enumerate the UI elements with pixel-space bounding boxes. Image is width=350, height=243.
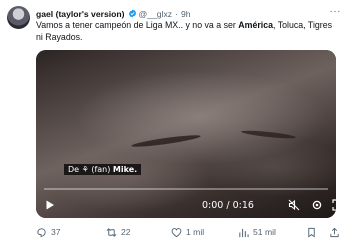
caption-middle: (fan): [91, 165, 113, 174]
like-button[interactable]: 1 mil: [171, 224, 204, 240]
video-controls: 0:00 / 0:16: [36, 195, 336, 215]
repost-button[interactable]: 22: [106, 224, 131, 240]
play-icon[interactable]: [44, 199, 56, 211]
video-player[interactable]: De ⚘ (fan) Mike. 0:00 / 0:16: [36, 50, 336, 218]
repost-icon: [106, 227, 117, 237]
post-time[interactable]: 9h: [181, 9, 191, 19]
reply-count: 37: [51, 227, 61, 237]
sparkle-icon: ⚘: [81, 165, 92, 174]
author-display-name[interactable]: gael (taylor's version): [36, 9, 125, 19]
video-progress-bar[interactable]: [44, 188, 328, 190]
reply-icon: [37, 227, 46, 237]
tweet-text: Vamos a tener campeón de Liga MX.. y no …: [36, 19, 341, 43]
share-button[interactable]: [329, 224, 344, 240]
more-options-icon[interactable]: ···: [330, 6, 342, 17]
tweet-actions: 37 22 1 mil 51 mil: [36, 224, 344, 240]
heart-icon: [171, 227, 182, 237]
reply-button[interactable]: 37: [36, 224, 61, 240]
settings-gear-icon[interactable]: [311, 199, 323, 211]
mute-icon[interactable]: [288, 199, 300, 211]
video-caption: De ⚘ (fan) Mike.: [64, 164, 142, 175]
verified-badge-icon: [128, 9, 136, 18]
views-button[interactable]: 51 mil: [238, 224, 276, 240]
caption-bold: Mike.: [112, 165, 138, 174]
header-separator: ·: [175, 8, 178, 19]
video-timecode: 0:00 / 0:16: [202, 200, 254, 211]
author-handle[interactable]: @__glxz: [139, 9, 173, 19]
avatar[interactable]: [7, 6, 30, 29]
views-chart-icon: [239, 228, 249, 237]
bookmark-button[interactable]: [306, 224, 321, 240]
tweet-card[interactable]: gael (taylor's version) @__glxz · 9h ···…: [0, 0, 350, 243]
like-count: 1 mil: [186, 227, 205, 237]
repost-count: 22: [121, 227, 131, 237]
bookmark-icon: [308, 227, 315, 238]
tweet-text-part1: Vamos a tener campeón de Liga MX.. y no …: [36, 20, 239, 30]
caption-prefix: De: [68, 165, 82, 174]
views-count: 51 mil: [253, 227, 276, 237]
share-icon: [330, 227, 339, 237]
video-frame: [36, 50, 336, 218]
tweet-text-bold: América: [238, 20, 274, 30]
fullscreen-icon[interactable]: [332, 199, 336, 211]
